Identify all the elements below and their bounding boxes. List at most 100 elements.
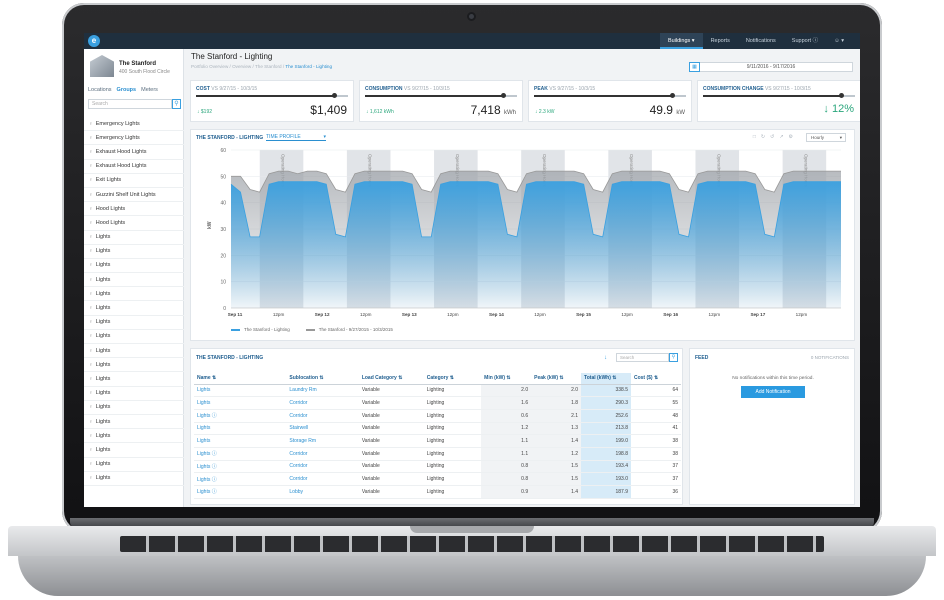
table-cell[interactable]: Storage Rm: [286, 434, 359, 448]
table-row[interactable]: Lights ⓘ Corridor Variable Lighting 1.1 1.2 19…: [194, 447, 681, 461]
table-cell[interactable]: Lights: [194, 396, 287, 410]
expand-icon[interactable]: ↗: [779, 134, 788, 140]
table-row[interactable]: Lights Storage Rm Variable Lighting 1.1 1.4 19…: [194, 434, 681, 448]
table-cell[interactable]: Laundry Rm: [286, 384, 359, 398]
table-cell[interactable]: Lights ⓘ: [194, 460, 287, 474]
table-row[interactable]: Lights ⓘ Corridor Variable Lighting 0.8 1.5 19…: [194, 472, 681, 486]
sidebar-item[interactable]: ♀ Lights: [84, 344, 184, 359]
table-cell[interactable]: Lights ⓘ: [194, 447, 287, 461]
sidebar-search-input[interactable]: Search: [88, 99, 172, 109]
sort-icon[interactable]: ⇅: [397, 375, 402, 381]
table-cell[interactable]: Corridor: [286, 460, 359, 474]
sidebar-item[interactable]: ♀ Lights: [84, 259, 184, 274]
column-header-cost[interactable]: Cost ($) ⇅: [630, 373, 681, 385]
refresh-icon[interactable]: ↻: [761, 134, 770, 140]
nav-item-1[interactable]: Reports: [703, 33, 738, 49]
sidebar-item[interactable]: ♀ Emergency Lights: [84, 131, 184, 146]
table-cell[interactable]: Lights: [194, 434, 287, 448]
sort-icon[interactable]: ⇅: [611, 375, 616, 381]
table-row[interactable]: Lights ⓘ Corridor Variable Lighting 0.6 2.1 25…: [194, 409, 681, 423]
sort-icon[interactable]: ⇅: [505, 375, 510, 381]
sidebar-item[interactable]: ♀ Lights: [84, 245, 184, 259]
add-notification-button[interactable]: Add Notification: [741, 386, 805, 398]
sidebar-item[interactable]: ♀ Hood Lights: [84, 216, 184, 231]
sidebar-item[interactable]: ♀ Lights: [84, 429, 184, 444]
table-cell[interactable]: Stairwell: [286, 422, 359, 436]
table-cell[interactable]: Corridor: [286, 409, 359, 423]
table-cell[interactable]: Corridor: [286, 472, 359, 486]
sidebar-item[interactable]: ♀ Exhaust Hood Lights: [84, 160, 184, 174]
table-row[interactable]: Lights Laundry Rm Variable Lighting 2.0 2.0 33…: [194, 384, 681, 398]
column-header-min-kw[interactable]: Min (kW) ⇅: [481, 373, 532, 385]
legend-item-baseline[interactable]: The Stanford - 9/27/2015 - 10/3/2015: [305, 327, 393, 332]
nav-item-4[interactable]: ☺ ▾: [826, 33, 852, 49]
sidebar-item[interactable]: ♀ Lights: [84, 415, 184, 430]
sidebar-item[interactable]: ♀ Lights: [84, 330, 184, 344]
legend-item-current[interactable]: The Stanford - Lighting: [231, 327, 290, 332]
nav-item-0[interactable]: Buildings ▾: [659, 33, 703, 49]
interval-select[interactable]: Hourly ▾: [806, 133, 846, 142]
table-cell[interactable]: Lobby: [286, 485, 359, 499]
table-row[interactable]: Lights Stairwell Variable Lighting 1.2 1.3 213…: [194, 422, 681, 436]
sidebar-search-button[interactable]: ⚲: [172, 99, 181, 109]
date-range-picker[interactable]: 9/11/2016 - 9/17/2016: [689, 62, 853, 72]
app-logo-icon[interactable]: e: [88, 35, 100, 47]
sort-icon[interactable]: ⇅: [653, 375, 658, 381]
sidebar-tab-meters[interactable]: Meters: [141, 87, 158, 93]
sidebar-item-label: Lights: [95, 305, 111, 312]
sort-icon[interactable]: ⇅: [558, 375, 563, 381]
sidebar-item[interactable]: ♀ Lights: [84, 401, 184, 415]
table-cell[interactable]: Lights ⓘ: [194, 472, 287, 486]
table-cell[interactable]: Lights ⓘ: [194, 409, 287, 423]
sidebar-item[interactable]: ♀ Lights: [84, 273, 184, 288]
sidebar-item[interactable]: ♀ Exhaust Hood Lights: [84, 145, 184, 160]
zoom-icon[interactable]: □: [753, 134, 761, 140]
column-header-sublocation[interactable]: Sublocation ⇅: [286, 373, 359, 385]
column-header-category[interactable]: Category ⇅: [423, 373, 482, 385]
view-select[interactable]: TIME PROFILE ▾: [266, 134, 326, 141]
sidebar-item[interactable]: ♀ Lights: [84, 231, 184, 245]
table-cell[interactable]: Lights ⓘ: [194, 485, 287, 499]
reset-icon[interactable]: ↺: [770, 134, 779, 140]
table-cell[interactable]: Corridor: [286, 396, 359, 410]
nav-item-2[interactable]: Notifications: [738, 33, 784, 49]
sidebar-item[interactable]: ♀ Lights: [84, 372, 184, 387]
sort-icon[interactable]: ⇅: [318, 375, 323, 381]
sidebar-item[interactable]: ♀ Lights: [84, 443, 184, 458]
sidebar-item[interactable]: ♀ Lights: [84, 301, 184, 316]
sort-icon[interactable]: ⇅: [448, 375, 454, 381]
breadcrumb-path[interactable]: Portfolio Overview / Overview / The Stan…: [191, 64, 284, 69]
sidebar-item[interactable]: ♀ Lights: [84, 358, 184, 373]
settings-icon[interactable]: ⚙: [789, 134, 798, 140]
table-row[interactable]: Lights ⓘ Lobby Variable Lighting 0.9 1.4 187.9…: [194, 485, 681, 499]
sidebar-item[interactable]: ♀ Lights: [84, 316, 184, 330]
column-header-name[interactable]: Name ⇅: [194, 373, 287, 385]
sidebar-item[interactable]: ♀ Lights: [84, 458, 184, 472]
table-cell[interactable]: Corridor: [286, 447, 359, 461]
sidebar-item[interactable]: ♀ Emergency Lights: [84, 117, 184, 132]
sort-icon[interactable]: ⇅: [211, 375, 216, 381]
nav-item-3[interactable]: Support ⓘ: [784, 33, 826, 49]
sidebar-tab-groups[interactable]: Groups: [117, 87, 137, 93]
column-header-total-kwh[interactable]: Total (kWh) ⇅: [581, 373, 631, 385]
table-search-input[interactable]: Search: [616, 353, 669, 362]
sidebar-item[interactable]: ♀ Guzzini Shelf Unit Lights: [84, 188, 184, 203]
download-icon[interactable]: ↓: [604, 355, 607, 361]
sidebar-item[interactable]: ♀ Lights: [84, 387, 184, 401]
table-cell[interactable]: Lights: [194, 384, 287, 398]
table-row[interactable]: Lights ⓘ Corridor Variable Lighting 0.8 1.5 19…: [194, 460, 681, 474]
calendar-icon[interactable]: ▦: [689, 62, 700, 72]
sidebar-item[interactable]: ♀ Hood Lights: [84, 202, 184, 217]
column-header-load-category[interactable]: Load Category ⇅: [358, 373, 424, 385]
table-row[interactable]: Lights Corridor Variable Lighting 1.6 1.8 290.…: [194, 396, 681, 410]
sidebar-item[interactable]: ♀ Exit Lights: [84, 174, 184, 188]
column-header-peak-kw[interactable]: Peak (kW) ⇅: [531, 373, 582, 385]
sidebar-item[interactable]: ♀ Lights: [84, 472, 184, 486]
sidebar-item[interactable]: ♀ Lights: [84, 287, 184, 302]
sidebar-tab-locations[interactable]: Locations: [88, 87, 112, 93]
table-search-button[interactable]: ⚲: [669, 353, 678, 362]
kpi-value-number: 7,418: [470, 103, 501, 117]
time-profile-chart[interactable]: Operating Hours Operating Hours Operating …: [191, 144, 856, 324]
table-cell[interactable]: Lights: [194, 422, 287, 436]
page-title: The Stanford - Lighting: [191, 52, 273, 61]
